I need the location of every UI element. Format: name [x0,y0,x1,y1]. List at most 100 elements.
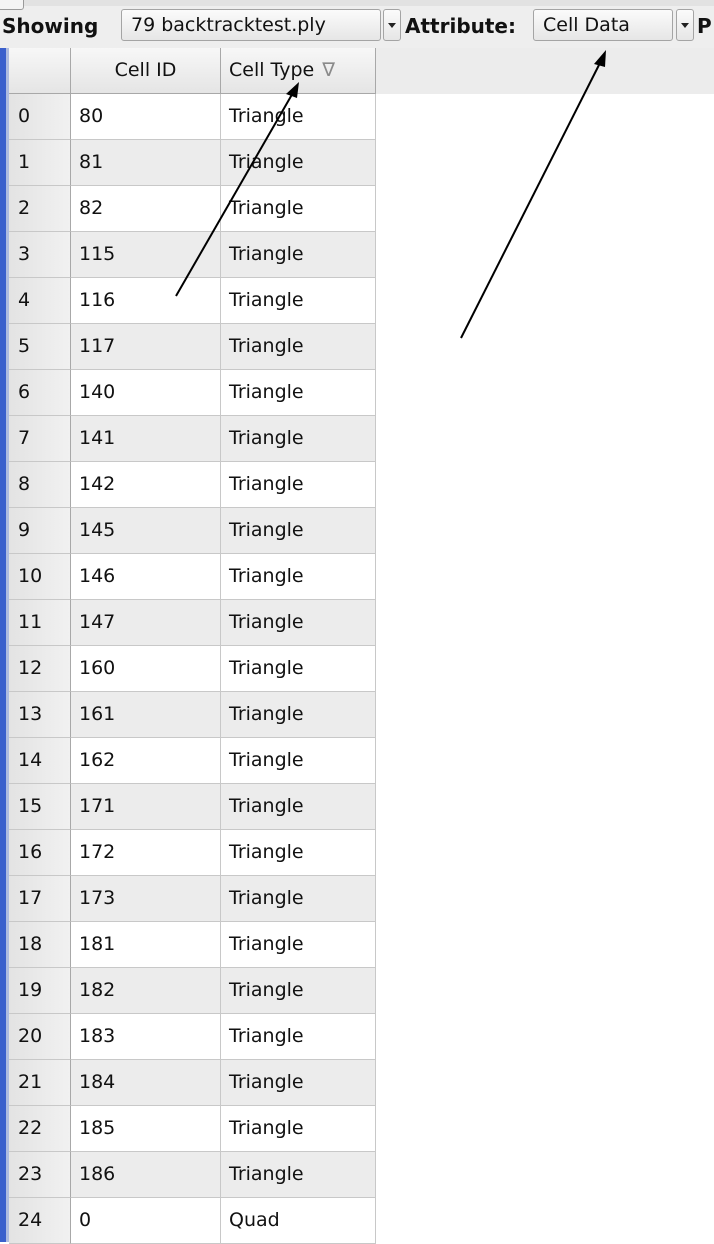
row-index[interactable]: 7 [9,416,71,462]
row-index[interactable]: 23 [9,1152,71,1198]
cell-id-value[interactable]: 117 [71,324,221,370]
cell-id-value[interactable]: 181 [71,922,221,968]
row-index[interactable]: 16 [9,830,71,876]
cell-type-value[interactable]: Triangle [221,370,376,416]
row-index[interactable]: 20 [9,1014,71,1060]
cell-id-value[interactable]: 115 [71,232,221,278]
table-row[interactable]: 22 185 Triangle [9,1106,376,1152]
table-row[interactable]: 2 82 Triangle [9,186,376,232]
cell-type-value[interactable]: Triangle [221,324,376,370]
cell-type-value[interactable]: Triangle [221,968,376,1014]
table-row[interactable]: 17 173 Triangle [9,876,376,922]
cell-type-value[interactable]: Triangle [221,692,376,738]
cell-id-value[interactable]: 146 [71,554,221,600]
row-index[interactable]: 3 [9,232,71,278]
cell-type-value[interactable]: Triangle [221,1106,376,1152]
table-row[interactable]: 0 80 Triangle [9,94,376,140]
table-row[interactable]: 3 115 Triangle [9,232,376,278]
column-header-cell-type[interactable]: Cell Type ∇ [221,48,376,94]
cell-type-value[interactable]: Triangle [221,784,376,830]
table-row[interactable]: 1 81 Triangle [9,140,376,186]
table-row[interactable]: 9 145 Triangle [9,508,376,554]
table-row[interactable]: 4 116 Triangle [9,278,376,324]
cell-id-value[interactable]: 162 [71,738,221,784]
cell-type-value[interactable]: Triangle [221,830,376,876]
row-index[interactable]: 6 [9,370,71,416]
cell-type-value[interactable]: Triangle [221,922,376,968]
table-row[interactable]: 11 147 Triangle [9,600,376,646]
table-row[interactable]: 20 183 Triangle [9,1014,376,1060]
table-row[interactable]: 14 162 Triangle [9,738,376,784]
cell-id-value[interactable]: 145 [71,508,221,554]
cell-id-value[interactable]: 186 [71,1152,221,1198]
cell-id-value[interactable]: 82 [71,186,221,232]
source-combobox[interactable]: 79 backtracktest.ply [121,9,381,41]
cell-type-value[interactable]: Triangle [221,462,376,508]
cell-type-value[interactable]: Triangle [221,554,376,600]
cell-id-value[interactable]: 185 [71,1106,221,1152]
cell-id-value[interactable]: 140 [71,370,221,416]
row-index[interactable]: 2 [9,186,71,232]
cell-type-value[interactable]: Triangle [221,508,376,554]
table-row[interactable]: 21 184 Triangle [9,1060,376,1106]
source-dropdown-button[interactable] [383,9,401,41]
cell-id-value[interactable]: 172 [71,830,221,876]
cell-id-value[interactable]: 147 [71,600,221,646]
cell-id-value[interactable]: 161 [71,692,221,738]
table-row[interactable]: 18 181 Triangle [9,922,376,968]
table-row[interactable]: 23 186 Triangle [9,1152,376,1198]
cell-type-value[interactable]: Triangle [221,600,376,646]
attribute-combobox[interactable]: Cell Data [533,9,673,41]
cell-id-value[interactable]: 184 [71,1060,221,1106]
row-index[interactable]: 24 [9,1198,71,1244]
row-index[interactable]: 11 [9,600,71,646]
cell-id-value[interactable]: 81 [71,140,221,186]
table-row[interactable]: 15 171 Triangle [9,784,376,830]
cell-type-value[interactable]: Triangle [221,140,376,186]
cell-id-value[interactable]: 116 [71,278,221,324]
row-index[interactable]: 17 [9,876,71,922]
column-header-cell-id[interactable]: Cell ID [71,48,221,94]
row-index[interactable]: 13 [9,692,71,738]
cell-id-value[interactable]: 182 [71,968,221,1014]
row-index[interactable]: 10 [9,554,71,600]
table-row[interactable]: 13 161 Triangle [9,692,376,738]
cell-type-value[interactable]: Triangle [221,738,376,784]
cell-id-value[interactable]: 160 [71,646,221,692]
cell-id-value[interactable]: 183 [71,1014,221,1060]
corner-header[interactable] [9,48,71,94]
cell-id-value[interactable]: 80 [71,94,221,140]
cell-type-value[interactable]: Triangle [221,1060,376,1106]
row-index[interactable]: 14 [9,738,71,784]
cell-type-value[interactable]: Triangle [221,1152,376,1198]
row-index[interactable]: 12 [9,646,71,692]
cell-type-value[interactable]: Triangle [221,876,376,922]
row-index[interactable]: 4 [9,278,71,324]
cell-id-value[interactable]: 0 [71,1198,221,1244]
cell-id-value[interactable]: 142 [71,462,221,508]
row-index[interactable]: 22 [9,1106,71,1152]
row-index[interactable]: 5 [9,324,71,370]
row-index[interactable]: 15 [9,784,71,830]
table-row[interactable]: 5 117 Triangle [9,324,376,370]
row-index[interactable]: 1 [9,140,71,186]
cell-id-value[interactable]: 141 [71,416,221,462]
attribute-dropdown-button[interactable] [676,9,694,41]
table-row[interactable]: 6 140 Triangle [9,370,376,416]
row-index[interactable]: 8 [9,462,71,508]
table-row[interactable]: 24 0 Quad [9,1198,376,1244]
row-index[interactable]: 19 [9,968,71,1014]
cell-type-value[interactable]: Triangle [221,94,376,140]
cell-type-value[interactable]: Triangle [221,232,376,278]
row-index[interactable]: 9 [9,508,71,554]
cell-type-value[interactable]: Triangle [221,646,376,692]
window-control-button[interactable] [0,0,24,10]
cell-type-value[interactable]: Triangle [221,186,376,232]
row-index[interactable]: 21 [9,1060,71,1106]
cell-type-value[interactable]: Triangle [221,416,376,462]
cell-type-value[interactable]: Triangle [221,1014,376,1060]
table-row[interactable]: 10 146 Triangle [9,554,376,600]
table-row[interactable]: 16 172 Triangle [9,830,376,876]
row-index[interactable]: 18 [9,922,71,968]
row-index[interactable]: 0 [9,94,71,140]
